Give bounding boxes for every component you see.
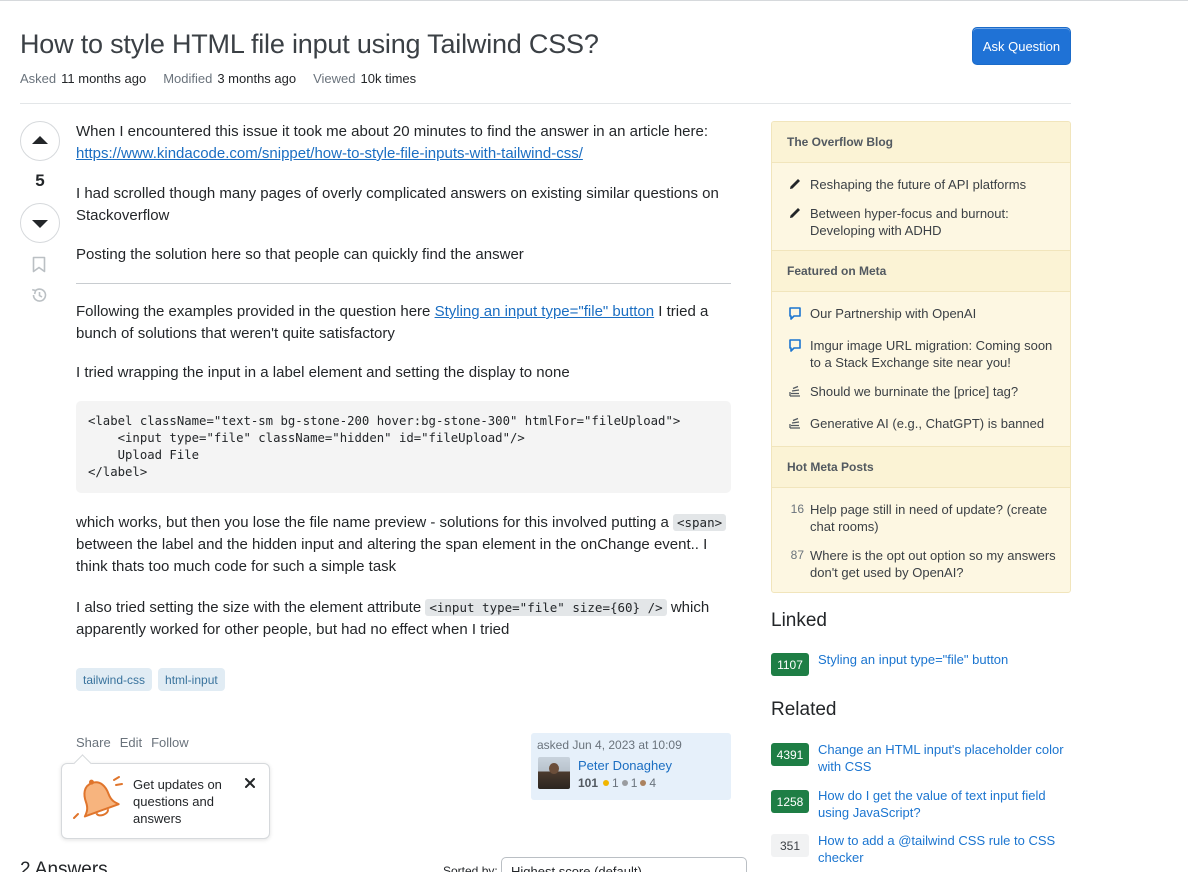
avatar-head: [549, 763, 559, 774]
related-question-link[interactable]: Styling an input type="file" button: [435, 303, 655, 320]
linked-question-link[interactable]: Styling an input type="file" button: [818, 651, 1068, 668]
top-border: [0, 0, 1188, 3]
title-divider: [20, 103, 1071, 104]
sort-select[interactable]: Highest score (default): [501, 857, 747, 872]
viewed-value: 10k times: [360, 71, 417, 86]
related-score: 4391: [771, 743, 809, 766]
ask-question-button[interactable]: Ask Question: [972, 27, 1071, 65]
meta-item-label: Imgur image URL migration: Coming soon t…: [810, 338, 1053, 370]
body-paragraph-1: When I encountered this issue it took me…: [76, 121, 732, 165]
body-paragraph-3: Posting the solution here so that people…: [76, 246, 524, 263]
popover-text: Get updates on questions and answers: [133, 777, 222, 826]
post-actions: Share Edit Follow: [76, 735, 189, 750]
tag-tailwind-css[interactable]: tailwind-css: [76, 668, 153, 691]
body-paragraph-7: I also tried setting the size with the e…: [76, 597, 732, 641]
related-question-link[interactable]: How to add a @tailwind CSS rule to CSS c…: [818, 832, 1068, 866]
hot-meta-count: 16: [790, 502, 804, 516]
linked-heading: Linked: [771, 610, 827, 631]
owner-name[interactable]: Peter Donaghey: [578, 758, 672, 773]
owner-card: asked Jun 4, 2023 at 10:09 Peter Donaghe…: [531, 733, 731, 800]
silver-count: 1: [630, 776, 638, 790]
asked-label: Asked: [20, 71, 57, 86]
modified-value[interactable]: 3 months ago: [217, 71, 296, 86]
downvote-button[interactable]: [20, 203, 60, 243]
blog-item-label: Between hyper-focus and burnout: Develop…: [810, 206, 1009, 238]
reputation-score: 101: [578, 776, 599, 790]
hot-meta-heading: Hot Meta Posts: [772, 446, 1070, 488]
related-score: 351: [771, 834, 809, 857]
share-link[interactable]: Share: [76, 735, 111, 750]
tag-html-input[interactable]: html-input: [158, 668, 225, 691]
hot-meta-count: 87: [790, 548, 804, 562]
gold-badge-icon: [603, 780, 610, 786]
gold-count: 1: [612, 776, 619, 790]
body-text: between the label and the hidden input a…: [76, 536, 708, 575]
avatar[interactable]: [538, 757, 570, 789]
body-text: Following the examples provided in the q…: [76, 303, 435, 320]
article-link[interactable]: https://www.kindacode.com/snippet/how-to…: [76, 145, 583, 162]
bronze-badge-icon: [640, 780, 647, 786]
reputation: 101 1 1 4: [578, 776, 656, 790]
edit-link[interactable]: Edit: [120, 735, 142, 750]
follow-popover: Get updates on questions and answers: [61, 763, 270, 839]
follow-link[interactable]: Follow: [151, 735, 189, 750]
code-block[interactable]: <label className="text-sm bg-stone-200 h…: [76, 401, 731, 493]
related-score: 1258: [771, 790, 809, 813]
hot-meta-label: Help page still in need of update? (crea…: [810, 502, 1048, 534]
meta-item-label: Our Partnership with OpenAI: [810, 306, 977, 321]
related-question-link[interactable]: How do I get the value of text input fie…: [818, 787, 1068, 821]
stack-icon: [789, 385, 800, 397]
question-meta: Asked 11 months ago Modified 3 months ag…: [20, 71, 433, 86]
meta-item-label: Generative AI (e.g., ChatGPT) is banned: [810, 416, 1045, 431]
body-text: When I encountered this issue it took me…: [76, 123, 709, 140]
sidebar-widget: The Overflow Blog Reshaping the future o…: [771, 121, 1071, 593]
blog-item-label: Reshaping the future of API platforms: [810, 177, 1027, 192]
sorted-by-label: Sorted by:: [443, 864, 498, 872]
tag-list: tailwind-css html-input: [76, 668, 225, 691]
silver-badge-icon: [621, 780, 628, 786]
body-divider: [76, 283, 731, 284]
body-paragraph-2: I had scrolled though many pages of over…: [76, 185, 719, 224]
modified-label: Modified: [163, 71, 213, 86]
body-paragraph-4: Following the examples provided in the q…: [76, 301, 732, 345]
bookmark-icon[interactable]: [32, 256, 46, 273]
bell-icon: [73, 776, 123, 819]
inline-code: <span>: [672, 514, 727, 531]
body-paragraph-5: I tried wrapping the input in a label el…: [76, 364, 570, 381]
history-icon[interactable]: [30, 286, 48, 304]
arrow-up-icon: [32, 136, 48, 144]
related-question-link[interactable]: Change an HTML input's placeholder color…: [818, 741, 1068, 775]
answers-heading: 2 Answers: [20, 859, 108, 872]
question-title[interactable]: How to style HTML file input using Tailw…: [20, 29, 599, 60]
hot-meta-label: Where is the opt out option so my answer…: [810, 548, 1056, 580]
pencil-icon: [790, 179, 800, 189]
meta-heading: Featured on Meta: [772, 250, 1070, 292]
body-paragraph-6: which works, but then you lose the file …: [76, 512, 732, 578]
pencil-icon: [790, 208, 800, 218]
vote-count: 5: [35, 171, 45, 190]
chat-icon: [789, 339, 801, 352]
asked-value: 11 months ago: [61, 71, 147, 86]
meta-item-label: Should we burninate the [price] tag?: [810, 384, 1019, 399]
asked-timestamp[interactable]: asked Jun 4, 2023 at 10:09: [537, 738, 725, 752]
arrow-down-icon: [32, 220, 48, 228]
inline-code: <input type="file" size={60} />: [425, 599, 667, 616]
body-text: I also tried setting the size with the e…: [76, 599, 426, 616]
blog-heading: The Overflow Blog: [772, 122, 1070, 163]
close-icon[interactable]: [243, 776, 257, 790]
stack-icon: [789, 417, 800, 429]
upvote-button[interactable]: [20, 121, 60, 161]
body-text: which works, but then you lose the file …: [76, 514, 673, 531]
viewed-label: Viewed: [313, 71, 356, 86]
chat-icon: [789, 307, 801, 320]
related-heading: Related: [771, 699, 837, 720]
bronze-count: 4: [649, 776, 657, 790]
linked-score: 1107: [771, 653, 809, 676]
